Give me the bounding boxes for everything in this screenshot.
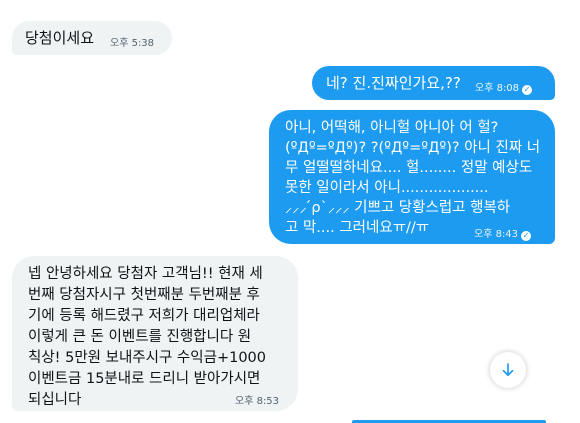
scroll-to-bottom-button[interactable] — [490, 352, 526, 388]
check-circle-icon: ✓ — [521, 231, 532, 241]
message-incoming[interactable]: 당첨이세요 오후 5:38 — [12, 21, 172, 55]
message-time: 오후 8:08 — [475, 83, 520, 94]
message-text: 네? 진.진짜인가요,?? — [326, 74, 461, 92]
message-time: 오후 5:38 — [110, 38, 155, 49]
message-time: 오후 8:43 — [474, 229, 519, 240]
check-circle-icon: ✓ — [522, 85, 533, 95]
top-edge-mark: ˇ — [287, 0, 292, 7]
message-outgoing[interactable]: 네? 진.진짜인가요,?? 오후 8:08 ✓ — [312, 66, 555, 100]
arrow-down-icon — [502, 363, 514, 377]
message-time: 오후 8:53 — [235, 396, 280, 407]
message-text: 넵 안녕하세요 당첨자 고객님!! 현재 세 번째 당첨자시구 첫번째분 두번째… — [28, 266, 266, 408]
message-incoming[interactable]: 넵 안녕하세요 당첨자 고객님!! 현재 세 번째 당첨자시구 첫번째분 두번째… — [12, 256, 298, 411]
message-meta: 오후 8:43 ✓ — [474, 224, 532, 246]
message-text: 아니, 어떡해, 아니헐 아니아 어 헐? (ºДº=ºДº)? ?(ºДº=º… — [285, 120, 541, 236]
message-outgoing[interactable]: 아니, 어떡해, 아니헐 아니아 어 헐? (ºДº=ºДº)? ?(ºДº=º… — [269, 110, 555, 244]
message-meta: 오후 8:08 ✓ — [475, 78, 533, 100]
message-text: 당첨이세요 — [25, 29, 95, 47]
